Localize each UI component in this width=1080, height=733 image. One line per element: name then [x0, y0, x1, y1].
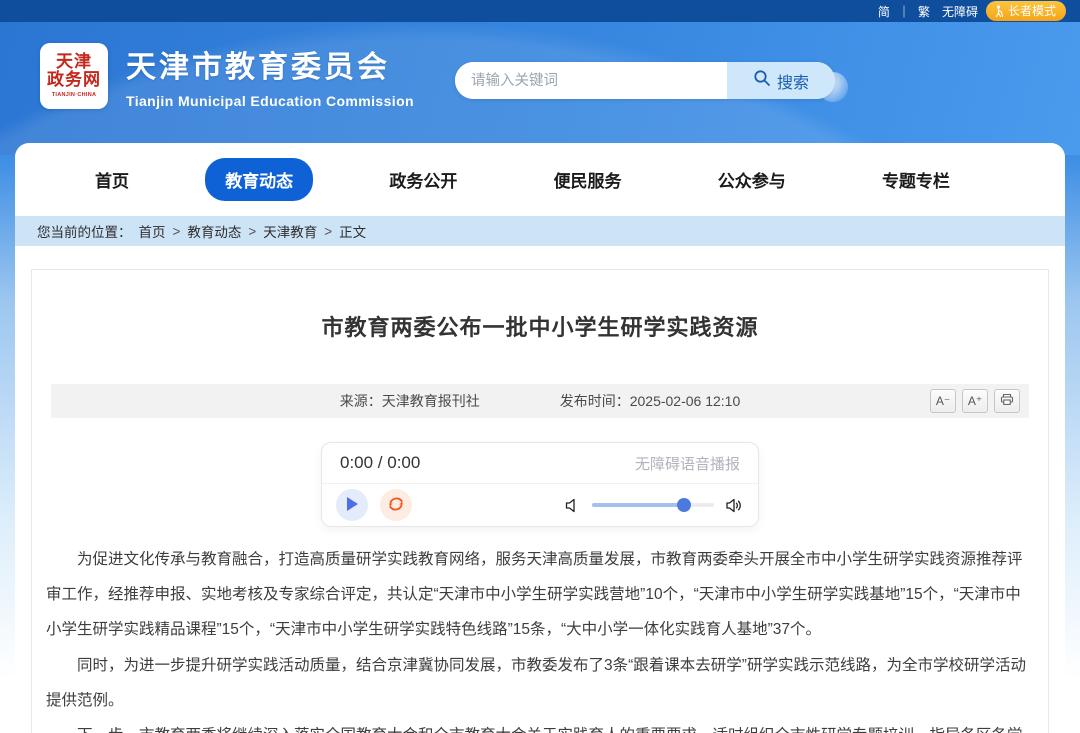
primary-nav: 首页 教育动态 政务公开 便民服务 公众参与 专题专栏 — [15, 143, 1065, 216]
article-body: 为促进文化传承与教育融合，打造高质量研学实践教育网络，服务天津高质量发展，市教育… — [46, 543, 1034, 733]
article-paragraph: 同时，为进一步提升研学实践活动质量，结合京津冀协同发展，市教委发布了3条“跟着课… — [46, 649, 1034, 719]
breadcrumb-tianjin-education[interactable]: 天津教育 — [263, 221, 317, 241]
elder-person-icon — [994, 5, 1004, 17]
player-time: 0:00 / 0:00 — [340, 453, 420, 473]
nav-item-education-news[interactable]: 教育动态 — [205, 158, 313, 201]
accessibility-link[interactable]: 无障碍 — [942, 3, 978, 20]
print-button[interactable] — [994, 389, 1020, 413]
article-title: 市教育两委公布一批中小学生研学实践资源 — [32, 310, 1048, 342]
article-container: 市教育两委公布一批中小学生研学实践资源 来源：天津教育报刊社 发布时间：2025… — [31, 269, 1049, 733]
volume-slider-handle[interactable] — [677, 498, 691, 512]
search-input[interactable] — [455, 62, 727, 99]
font-increase-button[interactable]: A⁺ — [962, 389, 988, 413]
site-title-group: 天津市教育委员会 Tianjin Municipal Education Com… — [126, 42, 414, 109]
site-title-en: Tianjin Municipal Education Commission — [126, 93, 414, 109]
volume-up-icon[interactable] — [726, 498, 744, 513]
elder-mode-label: 长者模式 — [1008, 2, 1056, 19]
nav-item-home[interactable]: 首页 — [75, 158, 149, 201]
search-icon — [753, 69, 771, 92]
lang-traditional-link[interactable]: 繁 — [918, 3, 930, 20]
breadcrumb-home[interactable]: 首页 — [139, 221, 166, 241]
player-header: 0:00 / 0:00 无障碍语音播报 — [322, 443, 758, 484]
elder-mode-button[interactable]: 长者模式 — [986, 1, 1066, 21]
breadcrumb-separator: > — [324, 224, 332, 239]
nav-item-public-services[interactable]: 便民服务 — [534, 158, 642, 201]
site-header: 天津 政务网 TIANJIN·CHINA 天津市教育委员会 Tianjin Mu… — [0, 22, 1080, 155]
volume-down-icon[interactable] — [565, 498, 580, 513]
site-brand[interactable]: 天津 政务网 TIANJIN·CHINA 天津市教育委员会 Tianjin Mu… — [40, 42, 414, 109]
lang-simplified-link[interactable]: 简 — [878, 3, 890, 20]
article-paragraph: 为促进文化传承与教育融合，打造高质量研学实践教育网络，服务天津高质量发展，市教育… — [46, 543, 1034, 648]
lang-divider: ｜ — [898, 3, 910, 20]
replay-icon — [387, 495, 405, 516]
article-paragraph: 下一步，市教育两委将继续深入落实全国教育大会和全市教育大会关于实践育人的重要要求… — [46, 719, 1034, 733]
article-publish-time: 发布时间：2025-02-06 12:10 — [560, 391, 741, 411]
article-source: 来源：天津教育报刊社 — [340, 391, 480, 411]
play-icon — [345, 496, 359, 515]
player-controls — [322, 484, 758, 526]
breadcrumb-prefix: 您当前的位置： — [37, 221, 132, 241]
play-button[interactable] — [336, 489, 368, 521]
site-logo: 天津 政务网 TIANJIN·CHINA — [40, 43, 108, 109]
print-icon — [1000, 393, 1014, 409]
article-meta-bar: 来源：天津教育报刊社 发布时间：2025-02-06 12:10 A⁻ A⁺ — [51, 384, 1029, 418]
main-card: 首页 教育动态 政务公开 便民服务 公众参与 专题专栏 您当前的位置： 首页 >… — [15, 143, 1065, 733]
volume-slider[interactable] — [592, 503, 714, 507]
replay-button[interactable] — [380, 489, 412, 521]
top-utility-bar: 简 ｜ 繁 无障碍 长者模式 — [0, 0, 1080, 22]
player-caption: 无障碍语音播报 — [635, 453, 740, 474]
site-title: 天津市教育委员会 — [126, 42, 414, 86]
nav-item-gov-disclosure[interactable]: 政务公开 — [369, 158, 477, 201]
search-button-label: 搜索 — [777, 69, 809, 93]
nav-item-public-participation[interactable]: 公众参与 — [698, 158, 806, 201]
volume-slider-fill — [592, 503, 684, 507]
nav-item-special-topics[interactable]: 专题专栏 — [862, 158, 970, 201]
search-button[interactable]: 搜索 — [727, 62, 835, 99]
logo-seal: 天津 政务网 — [47, 53, 101, 89]
breadcrumb-separator: > — [173, 224, 181, 239]
article-tools: A⁻ A⁺ — [930, 389, 1020, 413]
audio-player: 0:00 / 0:00 无障碍语音播报 — [321, 442, 759, 527]
font-decrease-button[interactable]: A⁻ — [930, 389, 956, 413]
breadcrumb-current: 正文 — [339, 221, 366, 241]
search-bar: 搜索 — [455, 62, 835, 99]
breadcrumb-separator: > — [248, 224, 256, 239]
logo-caption: TIANJIN·CHINA — [52, 92, 97, 98]
breadcrumb: 您当前的位置： 首页 > 教育动态 > 天津教育 > 正文 — [15, 216, 1065, 246]
breadcrumb-education-news[interactable]: 教育动态 — [187, 221, 241, 241]
